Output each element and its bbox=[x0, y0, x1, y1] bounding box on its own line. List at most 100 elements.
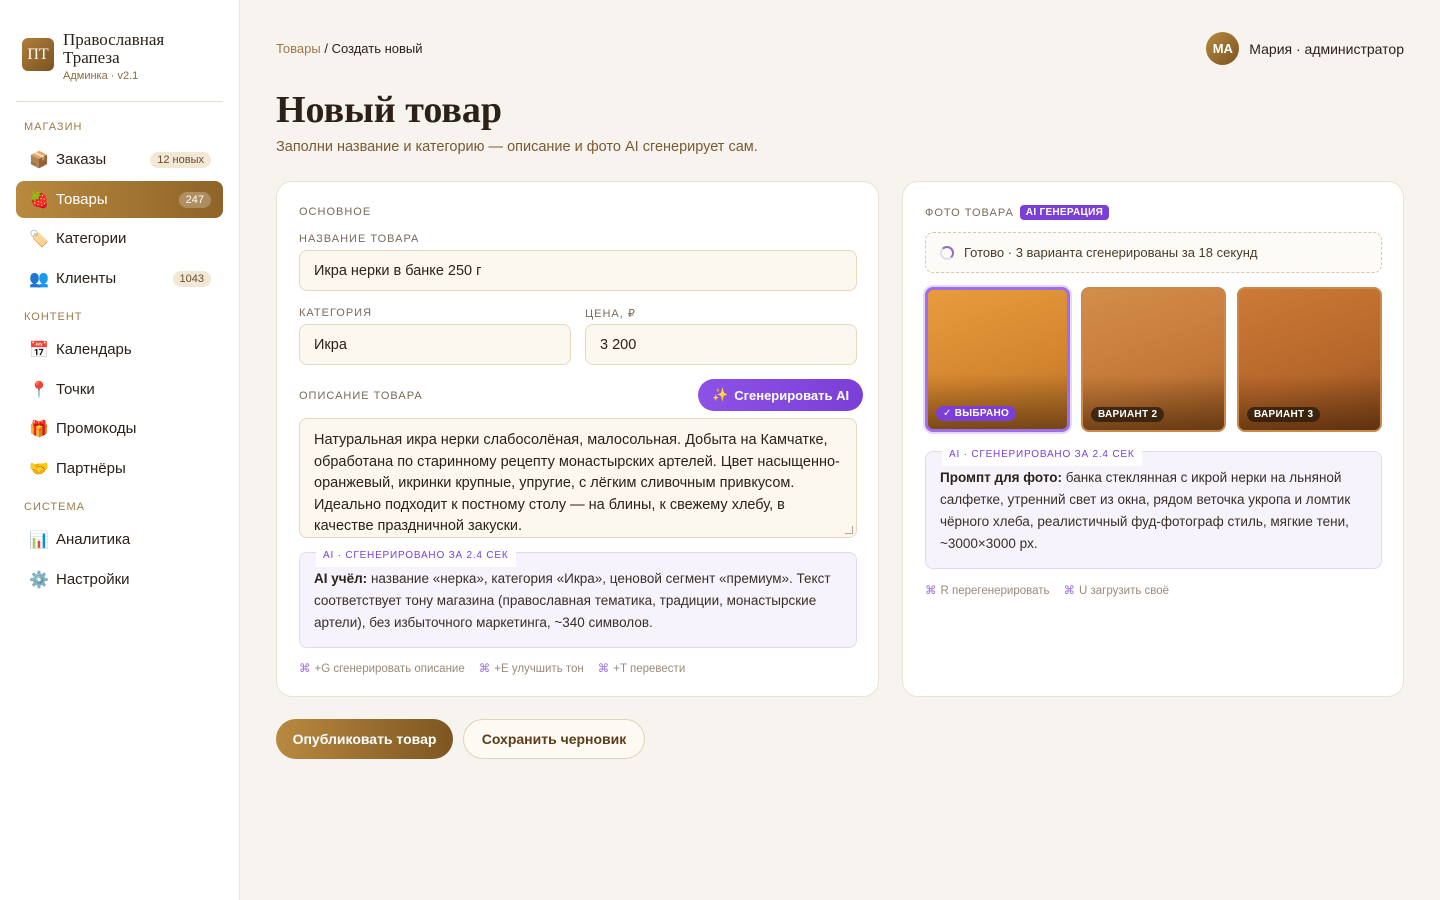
calendar-icon: 📅 bbox=[29, 341, 49, 359]
strawberry-icon: 🍓 bbox=[29, 191, 49, 209]
sidebar-item-settings[interactable]: ⚙️ Настройки bbox=[16, 561, 223, 598]
count-badge: 247 bbox=[178, 191, 211, 208]
sidebar-item-label: Категории bbox=[56, 230, 127, 247]
nav-section-content: Контент bbox=[24, 311, 83, 323]
sidebar-item-orders[interactable]: 📦 Заказы 12 новых bbox=[16, 141, 223, 178]
ai-note-text: название «нерка», категория «Икра», цено… bbox=[314, 571, 831, 630]
generate-ai-label: Сгенерировать AI bbox=[734, 387, 850, 403]
command-icon: ⌘ bbox=[1063, 585, 1076, 597]
shortcut-label: R перегенерировать bbox=[940, 585, 1050, 597]
sidebar-item-points[interactable]: 📍 Точки bbox=[16, 371, 223, 408]
users-icon: 👥 bbox=[29, 270, 49, 288]
section-title: Основное bbox=[299, 206, 372, 218]
generate-ai-button[interactable]: ✨ Сгенерировать AI bbox=[698, 379, 864, 411]
ai-generation-badge: AI ГЕНЕРАЦИЯ bbox=[1019, 205, 1110, 220]
spinner-icon bbox=[940, 245, 954, 260]
sidebar-item-label: Промокоды bbox=[56, 420, 137, 437]
description-text: Натуральная икра нерки слабосолёная, мал… bbox=[314, 432, 840, 534]
variant-label: ВАРИАНТ 3 bbox=[1247, 407, 1321, 422]
shortcut-upload[interactable]: ⌘ U загрузить своё bbox=[1064, 583, 1170, 597]
sidebar-item-promocodes[interactable]: 🎁 Промокоды bbox=[16, 410, 223, 447]
sidebar: ПТ Православная Трапеза Админка · v2.1 М… bbox=[0, 0, 240, 900]
variant-label: ✓ ВЫБРАНО bbox=[936, 406, 1017, 421]
form-shortcuts: ⌘ +G сгенерировать описание ⌘ +E улучшить … bbox=[299, 661, 685, 675]
shortcut-generate[interactable]: ⌘ +G сгенерировать описание bbox=[299, 661, 465, 675]
breadcrumb: Товары / Создать новый bbox=[276, 41, 423, 56]
price-label: Цена, ₽ bbox=[585, 308, 636, 320]
photo-section-label: Фото товара bbox=[925, 207, 1014, 219]
package-icon: 📦 bbox=[29, 151, 49, 169]
photo-variant-1[interactable]: ✓ ВЫБРАНО bbox=[925, 287, 1070, 432]
sidebar-item-clients[interactable]: 👥 Клиенты 1043 bbox=[16, 260, 223, 297]
breadcrumb-link-products[interactable]: Товары bbox=[276, 41, 321, 56]
shortcut-label: +T перевести bbox=[613, 663, 686, 675]
handshake-icon: 🤝 bbox=[29, 460, 49, 478]
shortcut-translate[interactable]: ⌘ +T перевести bbox=[598, 661, 685, 675]
sidebar-item-label: Клиенты bbox=[56, 270, 117, 287]
sidebar-item-label: Заказы bbox=[56, 151, 107, 168]
sidebar-item-calendar[interactable]: 📅 Календарь bbox=[16, 331, 223, 368]
sidebar-item-analytics[interactable]: 📊 Аналитика bbox=[16, 521, 223, 558]
ai-note-box: AI · сгенерировано за 2.4 сек AI учёл: н… bbox=[299, 545, 857, 648]
ai-note-title: AI учёл: bbox=[314, 571, 368, 586]
divider bbox=[16, 101, 223, 102]
ai-tag: AI · сгенерировано за 2.4 сек bbox=[942, 444, 1142, 466]
product-name-input[interactable]: Икра нерки в банке 250 г bbox=[299, 250, 857, 291]
sparkles-icon: ✨ bbox=[712, 387, 729, 402]
photo-variant-2[interactable]: ВАРИАНТ 2 bbox=[1081, 287, 1226, 432]
photo-prompt-box: AI · сгенерировано за 2.4 сек Промпт для… bbox=[925, 444, 1382, 569]
sidebar-item-label: Товары bbox=[56, 191, 108, 208]
description-textarea[interactable]: Натуральная икра нерки слабосолёная, мал… bbox=[299, 418, 857, 538]
page-title: Новый товар bbox=[276, 89, 503, 131]
command-icon: ⌘ bbox=[597, 663, 610, 675]
ai-tag: AI · сгенерировано за 2.4 сек bbox=[316, 545, 516, 567]
category-label: Категория bbox=[299, 307, 373, 319]
variant-label: ВАРИАНТ 2 bbox=[1091, 407, 1165, 422]
brand-logo: ПТ bbox=[22, 38, 54, 71]
avatar: МА bbox=[1206, 32, 1240, 65]
gear-icon: ⚙️ bbox=[29, 571, 49, 589]
sidebar-item-categories[interactable]: 🏷️ Категории bbox=[16, 220, 223, 257]
page-subtitle: Заполни название и категорию — описание … bbox=[276, 139, 758, 155]
sidebar-item-label: Календарь bbox=[56, 341, 132, 358]
photo-card: Фото товара AI ГЕНЕРАЦИЯ Готово · 3 вариа… bbox=[902, 181, 1404, 697]
generation-status: Готово · 3 варианта сгенерированы за 18 … bbox=[925, 232, 1382, 273]
save-draft-button[interactable]: Сохранить черновик bbox=[463, 719, 645, 759]
sidebar-item-label: Аналитика bbox=[56, 531, 131, 548]
shortcut-label: +G сгенерировать описание bbox=[314, 663, 465, 675]
sidebar-item-label: Партнёры bbox=[56, 460, 126, 477]
command-icon: ⌘ bbox=[925, 585, 937, 597]
description-label: Описание товара bbox=[299, 390, 423, 402]
photo-variant-3[interactable]: ВАРИАНТ 3 bbox=[1237, 287, 1382, 432]
name-label: Название товара bbox=[299, 233, 420, 245]
gift-icon: 🎁 bbox=[29, 420, 49, 438]
sidebar-item-label: Точки bbox=[56, 381, 95, 398]
brand-name: Православная Трапеза bbox=[63, 30, 165, 67]
count-badge: 12 новых bbox=[150, 151, 211, 168]
command-icon: ⌘ bbox=[478, 663, 491, 675]
shortcut-improve-tone[interactable]: ⌘ +E улучшить тон bbox=[479, 661, 584, 675]
breadcrumb-current: Создать новый bbox=[331, 41, 423, 56]
resize-handle[interactable] bbox=[845, 526, 853, 534]
publish-button[interactable]: Опубликовать товар bbox=[276, 719, 453, 759]
photo-section-title: Фото товара AI ГЕНЕРАЦИЯ bbox=[925, 205, 1110, 220]
sidebar-item-partners[interactable]: 🤝 Партнёры bbox=[16, 450, 223, 487]
command-icon: ⌘ bbox=[299, 663, 311, 675]
price-input[interactable]: 3 200 bbox=[585, 324, 857, 365]
shortcut-label: U загрузить своё bbox=[1079, 585, 1170, 597]
nav-section-system: Система bbox=[24, 501, 85, 513]
shortcut-label: +E улучшить тон bbox=[494, 663, 584, 675]
photo-shortcuts: ⌘ R перегенерировать ⌘ U загрузить своё bbox=[925, 583, 1169, 597]
user-menu[interactable]: МА Мария · администратор bbox=[1206, 32, 1404, 65]
product-form-card: Основное Название товара Икра нерки в ба… bbox=[276, 181, 879, 697]
chart-icon: 📊 bbox=[29, 531, 49, 549]
brand-subtitle: Админка · v2.1 bbox=[63, 70, 139, 82]
prompt-title: Промпт для фото: bbox=[940, 470, 1063, 485]
sidebar-item-products[interactable]: 🍓 Товары 247 bbox=[16, 181, 223, 218]
brand[interactable]: ПТ Православная Трапеза Админка · v2.1 bbox=[22, 31, 193, 82]
pin-icon: 📍 bbox=[29, 381, 49, 399]
category-input[interactable]: Икра bbox=[299, 324, 571, 365]
user-name: Мария · администратор bbox=[1249, 40, 1404, 57]
nav-section-shop: Магазин bbox=[24, 121, 83, 133]
shortcut-regenerate[interactable]: ⌘ R перегенерировать bbox=[925, 583, 1050, 597]
